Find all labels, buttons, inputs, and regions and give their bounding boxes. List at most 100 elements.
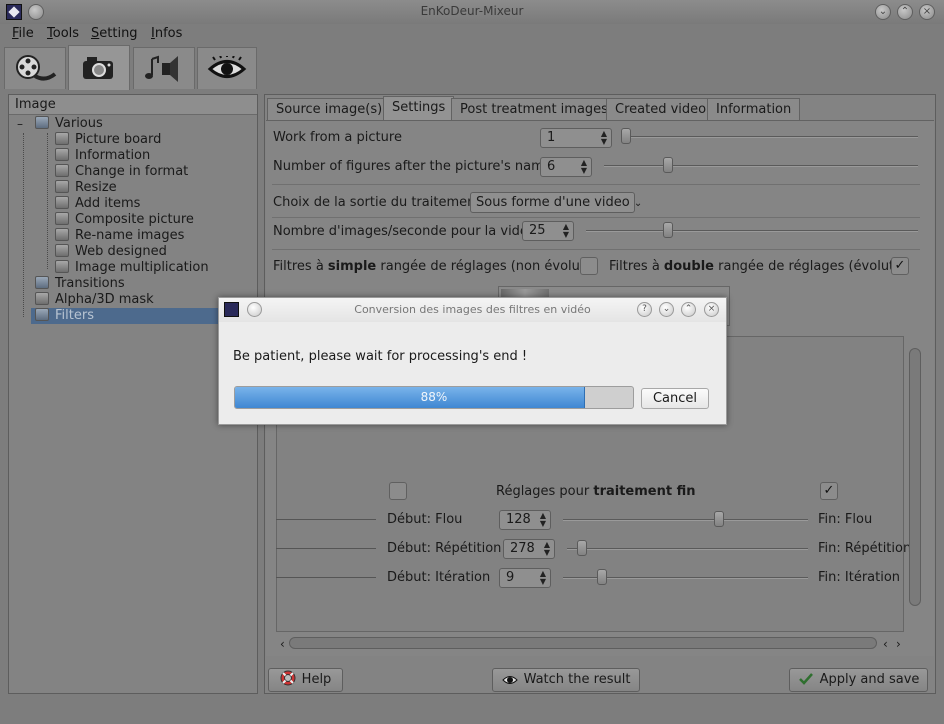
fine-left-checkbox[interactable] <box>389 482 407 500</box>
tab-settings[interactable]: Settings <box>383 96 455 121</box>
scroll-right-icon[interactable]: › <box>896 637 901 651</box>
folder-icon <box>35 308 49 321</box>
spinbox-value: 6 <box>547 159 556 174</box>
item-icon <box>55 132 69 145</box>
slider-handle[interactable] <box>597 569 607 585</box>
repetition-spinbox[interactable]: 278 ▲ ▼ <box>503 539 555 559</box>
help-icon[interactable]: ? <box>637 302 652 317</box>
item-icon <box>55 180 69 193</box>
menu-tools[interactable]: Tools <box>47 26 79 41</box>
menu-setting[interactable]: Setting <box>91 26 138 41</box>
tab-source-images[interactable]: Source image(s) <box>267 98 392 120</box>
tab-created-video[interactable]: Created video <box>606 98 716 120</box>
start-blur-label: Début: Flou <box>387 512 463 527</box>
fine-right-checkbox[interactable]: ✓ <box>820 482 838 500</box>
tooltab-audio[interactable] <box>133 47 195 89</box>
tree-item-label: Information <box>75 148 151 163</box>
horizontal-scrollbar[interactable] <box>289 637 877 649</box>
item-icon <box>55 196 69 209</box>
figures-after-name-spinbox[interactable]: 6 ▲ ▼ <box>540 157 592 177</box>
fps-spinbox[interactable]: 25 ▲ ▼ <box>522 221 574 241</box>
item-icon <box>55 260 69 273</box>
vertical-scrollbar[interactable] <box>909 348 921 606</box>
item-icon <box>55 228 69 241</box>
separator <box>272 217 920 218</box>
tree-item-label: Change in format <box>75 164 189 179</box>
checkmark-icon: ✓ <box>894 258 906 273</box>
apply-save-button[interactable]: Apply and save <box>789 668 928 692</box>
filter-simple-checkbox[interactable] <box>580 257 598 275</box>
work-from-picture-slider[interactable] <box>622 136 918 138</box>
label-bold: traitement fin <box>593 484 696 499</box>
tree-item-image-multiplication[interactable]: Image multiplication <box>55 260 209 276</box>
tree-item-transitions[interactable]: Transitions <box>35 276 125 292</box>
fine-settings-label: Réglages pour traitement fin <box>496 484 696 499</box>
minimize-button[interactable]: ⌄ <box>875 4 891 20</box>
progress-dialog: Conversion des images des filtres en vid… <box>218 297 727 425</box>
tree-item-picture-board[interactable]: Picture board <box>55 132 161 148</box>
spin-arrows-icon: ▲ ▼ <box>580 158 587 175</box>
menu-infos[interactable]: Infos <box>151 26 182 41</box>
spinbox-value: 278 <box>510 541 535 556</box>
tree-item-information[interactable]: Information <box>55 148 150 164</box>
close-icon[interactable]: × <box>704 302 719 317</box>
blur-spinbox[interactable]: 128 ▲ ▼ <box>499 510 551 530</box>
menu-file[interactable]: File <box>12 26 34 41</box>
label-text: Réglages pour <box>496 484 594 499</box>
tab-post-treatment[interactable]: Post treatment images <box>451 98 617 120</box>
blur-slider[interactable] <box>563 519 808 521</box>
minimize-icon[interactable]: ⌄ <box>659 302 674 317</box>
tree-item-label: Alpha/3D mask <box>55 292 154 307</box>
scroll-left-icon[interactable]: ‹ <box>280 637 285 651</box>
tooltab-image[interactable] <box>68 45 130 90</box>
end-blur-label: Fin: Flou <box>818 512 873 527</box>
folder-icon <box>35 292 49 305</box>
slider-handle[interactable] <box>621 128 631 144</box>
output-choice-combobox[interactable]: Sous forme d'une video ⌄ <box>470 192 642 213</box>
tree-item-change-format[interactable]: Change in format <box>55 164 188 180</box>
help-button[interactable]: Help <box>268 668 343 692</box>
repetition-slider[interactable] <box>567 548 808 550</box>
separator <box>272 249 920 250</box>
slider-handle[interactable] <box>577 540 587 556</box>
spin-arrows-icon: ▲ ▼ <box>539 569 546 586</box>
slider-handle[interactable] <box>663 157 673 173</box>
window-title: EnKoDeur-Mixeur <box>420 4 524 18</box>
work-from-picture-spinbox[interactable]: 1 ▲ ▼ <box>540 128 612 148</box>
scroll-left-icon[interactable]: ‹ <box>883 637 888 651</box>
tree-item-various[interactable]: Various <box>35 116 103 132</box>
watch-result-button[interactable]: Watch the result <box>492 668 640 692</box>
slider-handle[interactable] <box>714 511 724 527</box>
maximize-button[interactable]: ⌃ <box>897 4 913 20</box>
tree-expander[interactable]: – <box>17 117 23 131</box>
tab-information[interactable]: Information <box>707 98 801 120</box>
tree-header: Image <box>9 95 257 115</box>
filter-double-label: Filtres à double rangée de réglages (évo… <box>609 259 907 274</box>
close-button[interactable]: × <box>919 4 935 20</box>
label-text: rangée de réglages (évolutif) <box>714 259 908 274</box>
tree-item-composite-picture[interactable]: Composite picture <box>55 212 194 228</box>
iteration-spinbox[interactable]: 9 ▲ ▼ <box>499 568 551 588</box>
tree-item-label: Picture board <box>75 132 162 147</box>
tree-item-alpha-mask[interactable]: Alpha/3D mask <box>35 292 154 308</box>
tree-item-web-designed[interactable]: Web designed <box>55 244 167 260</box>
tree-item-rename-images[interactable]: Re-name images <box>55 228 184 244</box>
fps-label: Nombre d'images/seconde pour la vidéo <box>273 224 536 239</box>
tooltab-video[interactable] <box>4 47 66 89</box>
tree-item-filters[interactable]: Filters <box>31 308 221 324</box>
tree-item-label: Filters <box>55 308 94 323</box>
tooltab-view[interactable] <box>197 47 257 89</box>
spin-arrows-icon: ▲ ▼ <box>539 511 546 528</box>
filter-double-checkbox[interactable]: ✓ <box>891 257 909 275</box>
slider-handle[interactable] <box>663 222 673 238</box>
figures-after-name-slider[interactable] <box>604 165 918 167</box>
tree-item-resize[interactable]: Resize <box>55 180 117 196</box>
cancel-button[interactable]: Cancel <box>641 388 709 409</box>
tree-item-label: Image multiplication <box>75 260 209 275</box>
tree-item-add-items[interactable]: Add items <box>55 196 140 212</box>
maximize-icon[interactable]: ⌃ <box>681 302 696 317</box>
fps-slider[interactable] <box>586 230 918 232</box>
spin-arrows-icon: ▲ ▼ <box>600 129 607 146</box>
folder-icon <box>35 276 49 289</box>
progress-text: 88% <box>420 390 448 404</box>
